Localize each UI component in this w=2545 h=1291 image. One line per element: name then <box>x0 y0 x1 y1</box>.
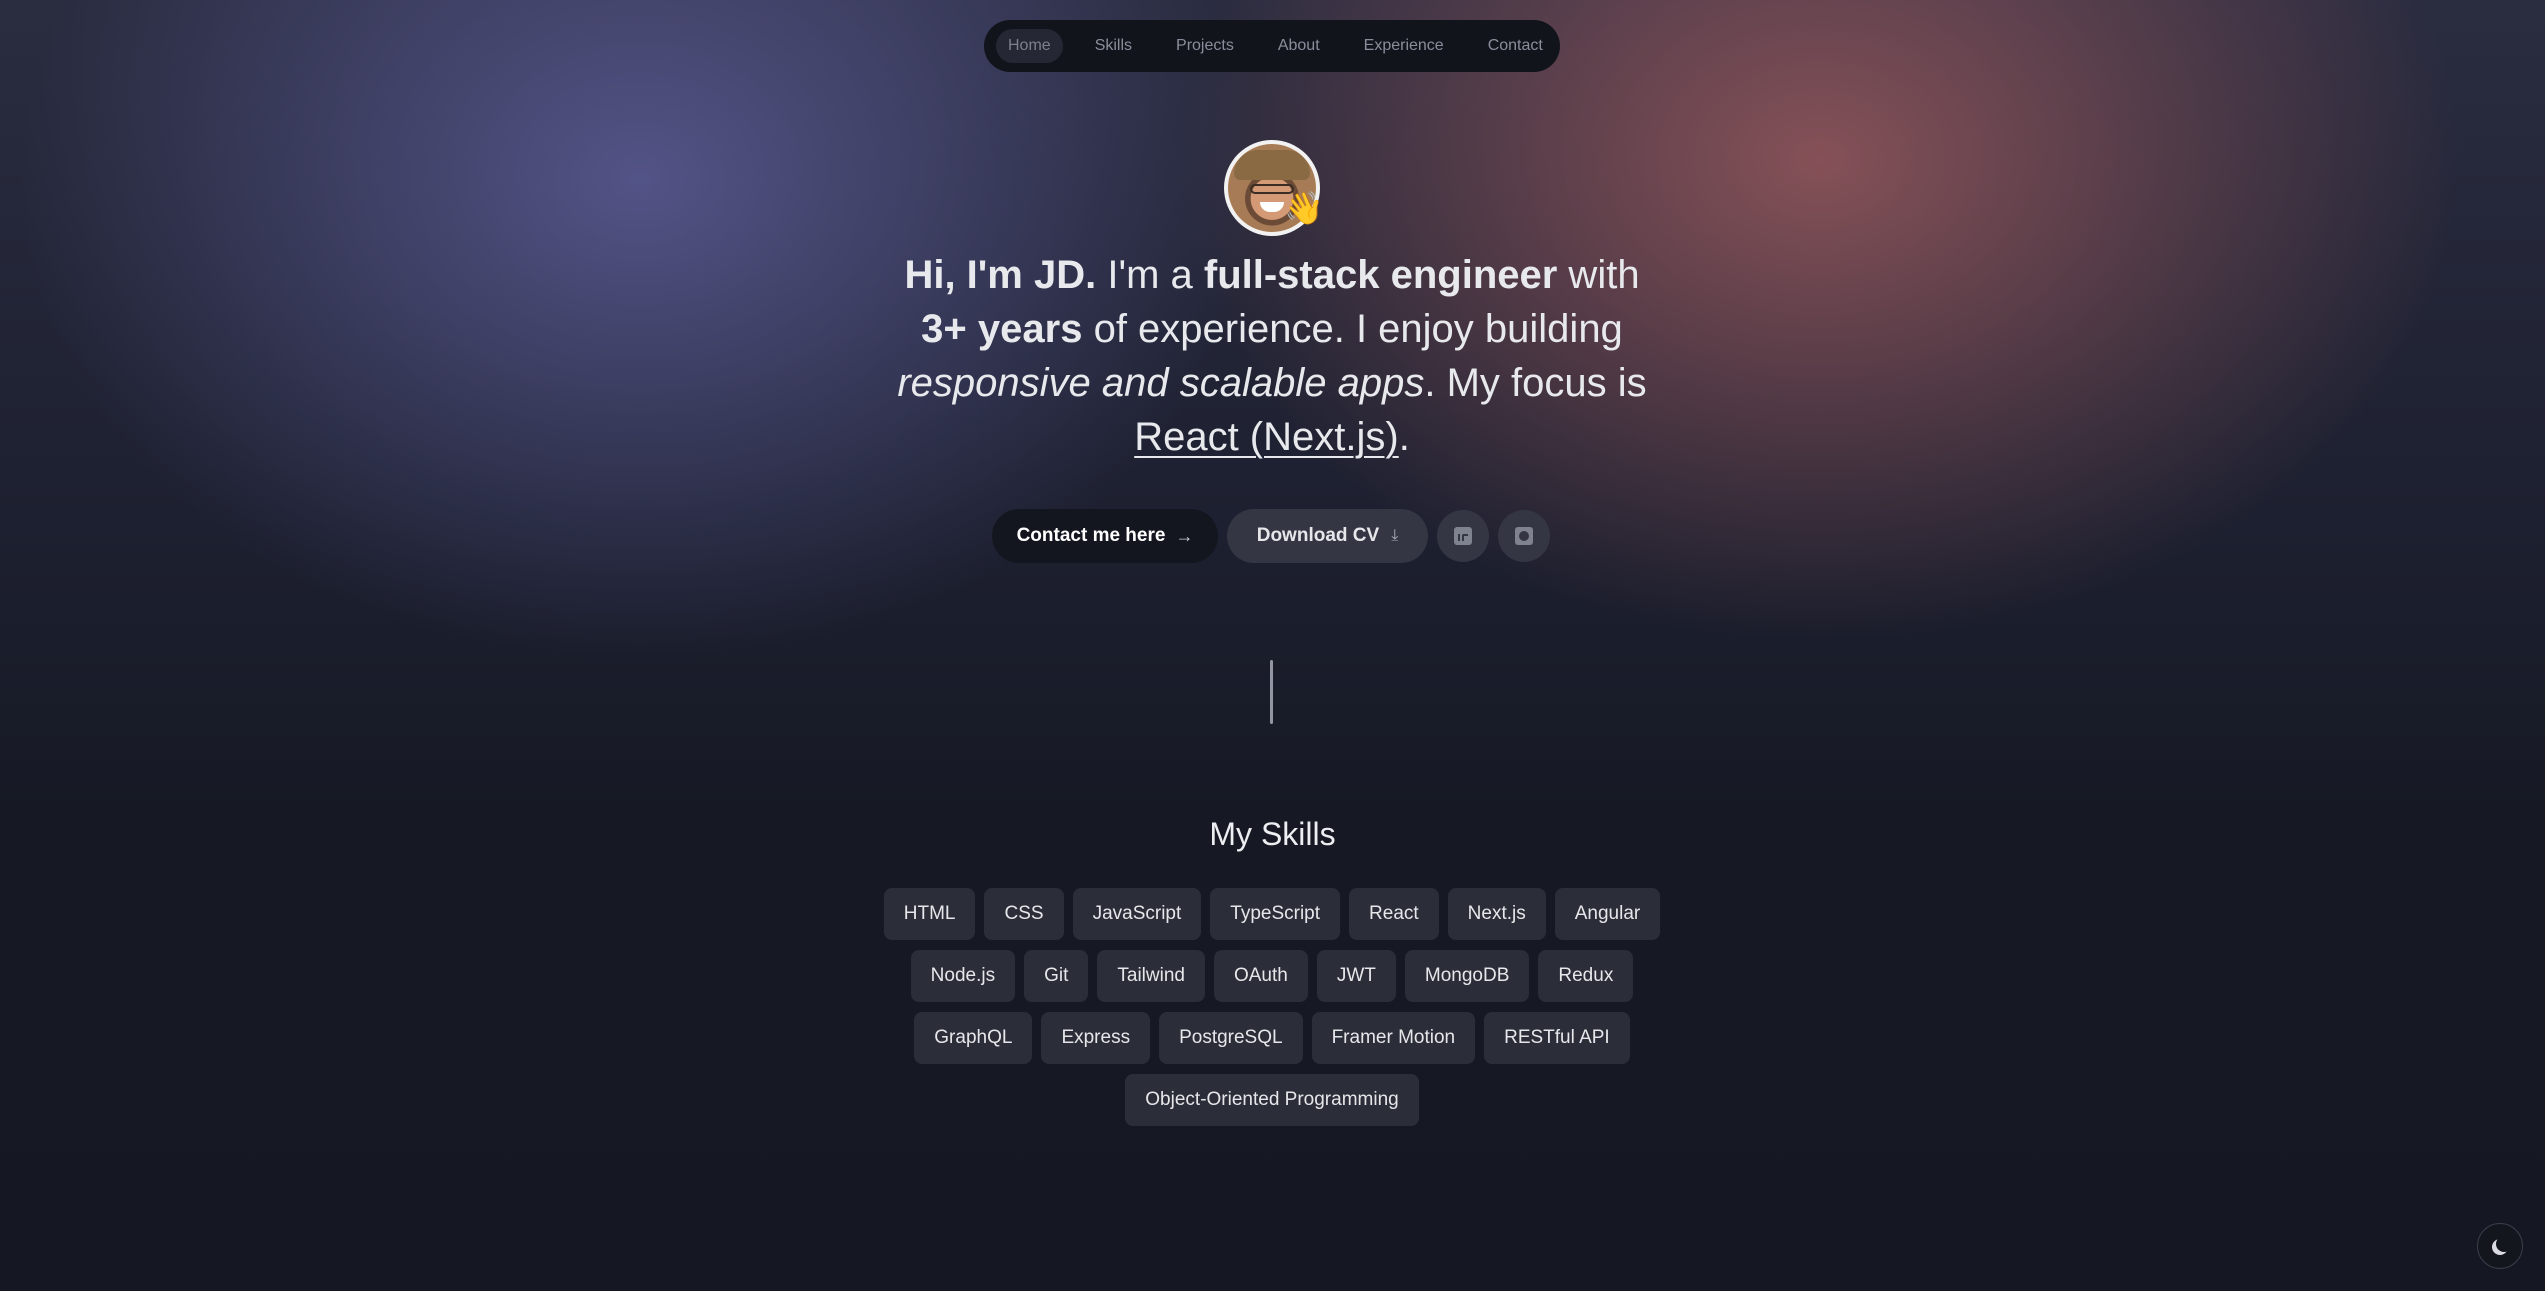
skill-chip: Object-Oriented Programming <box>1125 1074 1419 1126</box>
top-nav: Home Skills Projects About Experience Co… <box>984 20 1560 72</box>
contact-button-label: Contact me here <box>1016 525 1166 546</box>
nav-item-experience[interactable]: Experience <box>1352 29 1456 63</box>
moon-icon <box>2496 1236 2512 1252</box>
headline-greeting: Hi, I'm JD. <box>904 253 1097 297</box>
github-button[interactable] <box>1498 510 1550 562</box>
skill-chip: Angular <box>1554 888 1661 940</box>
download-icon: ⤓ <box>1391 527 1399 544</box>
nav-item-projects[interactable]: Projects <box>1164 29 1246 63</box>
skill-chip: Express <box>1041 1012 1151 1064</box>
linkedin-icon <box>1454 527 1472 545</box>
skill-chip: React <box>1349 888 1439 940</box>
headline-text: of experience. I enjoy building <box>1082 307 1623 351</box>
skill-chip: Redux <box>1538 950 1634 1002</box>
nav-item-contact[interactable]: Contact <box>1476 29 1555 63</box>
skill-chip: GraphQL <box>914 1012 1033 1064</box>
download-cv-label: Download CV <box>1256 525 1380 546</box>
skill-chip: MongoDB <box>1404 950 1530 1002</box>
headline-role: full-stack engineer <box>1203 253 1558 297</box>
github-icon <box>1515 527 1533 545</box>
skill-chip: JWT <box>1316 950 1396 1002</box>
download-cv-button[interactable]: Download CV ⤓ <box>1227 509 1428 563</box>
headline-text: I'm a <box>1096 253 1204 297</box>
skill-chip: Tailwind <box>1097 950 1205 1002</box>
skill-chip: Git <box>1024 950 1089 1002</box>
skill-chip: TypeScript <box>1210 888 1341 940</box>
nav-item-skills[interactable]: Skills <box>1083 29 1144 63</box>
headline-focus-link[interactable]: React (Next.js) <box>1134 415 1399 459</box>
headline-text: . <box>1398 415 1410 459</box>
skill-chip: Framer Motion <box>1311 1012 1476 1064</box>
hero-headline: Hi, I'm JD. I'm a full-stack engineer wi… <box>880 248 1664 464</box>
skills-title: My Skills <box>1209 816 1336 852</box>
contact-button[interactable]: Contact me here → <box>992 509 1218 563</box>
skill-chip: RESTful API <box>1484 1012 1630 1064</box>
skill-chip: Node.js <box>910 950 1016 1002</box>
nav-item-home[interactable]: Home <box>996 29 1063 63</box>
nav-item-about[interactable]: About <box>1266 29 1332 63</box>
page: Home Skills Projects About Experience Co… <box>0 0 2545 1291</box>
theme-toggle-button[interactable] <box>2477 1223 2523 1269</box>
wave-icon: 👋 <box>1284 190 1324 226</box>
skill-chip: CSS <box>984 888 1064 940</box>
skill-chip: HTML <box>883 888 976 940</box>
scroll-indicator <box>1270 660 1273 724</box>
linkedin-button[interactable] <box>1437 510 1489 562</box>
skill-chip: Next.js <box>1447 888 1546 940</box>
skill-chip: PostgreSQL <box>1159 1012 1303 1064</box>
headline-years: 3+ years <box>921 307 1083 351</box>
skill-chip: OAuth <box>1213 950 1308 1002</box>
headline-text: . My focus is <box>1424 361 1647 405</box>
headline-apps: responsive and scalable apps <box>897 361 1425 405</box>
hero-actions: Contact me here → Download CV ⤓ <box>992 509 1550 563</box>
headline-text: with <box>1557 253 1640 297</box>
skills-list: HTML CSS JavaScript TypeScript React Nex… <box>872 888 1672 1126</box>
skill-chip: JavaScript <box>1072 888 1202 940</box>
arrow-right-icon: → <box>1175 525 1194 546</box>
